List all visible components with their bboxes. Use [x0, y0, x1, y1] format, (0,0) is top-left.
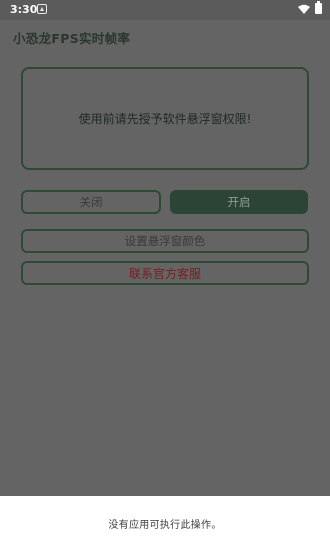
close-button[interactable]: 关闭	[21, 190, 161, 214]
app-title: 小恐龙FPS实时帧率	[13, 31, 131, 46]
permission-notice-box: 使用前请先授予软件悬浮窗权限!	[21, 67, 309, 170]
open-button[interactable]: 开启	[170, 190, 308, 214]
phone-screen: 3:30 小恐龙FPS实时帧率 使用前请先授予软件悬浮窗权限! 关闭 开启 设置…	[0, 0, 330, 550]
no-app-dialog: 没有应用可执行此操作。	[0, 496, 330, 550]
dialog-message: 没有应用可执行此操作。	[108, 519, 222, 531]
notification-icon	[37, 4, 47, 14]
wifi-icon	[298, 4, 310, 14]
app-content-dimmed: 小恐龙FPS实时帧率 使用前请先授予软件悬浮窗权限! 关闭 开启 设置悬浮窗颜色…	[0, 20, 330, 496]
set-overlay-color-button[interactable]: 设置悬浮窗颜色	[21, 229, 309, 253]
status-time: 3:30	[10, 3, 38, 16]
permission-message: 使用前请先授予软件悬浮窗权限!	[78, 112, 252, 126]
status-bar: 3:30	[0, 0, 330, 20]
battery-icon	[315, 1, 322, 14]
contact-support-button[interactable]: 联系官方客服	[21, 261, 309, 285]
